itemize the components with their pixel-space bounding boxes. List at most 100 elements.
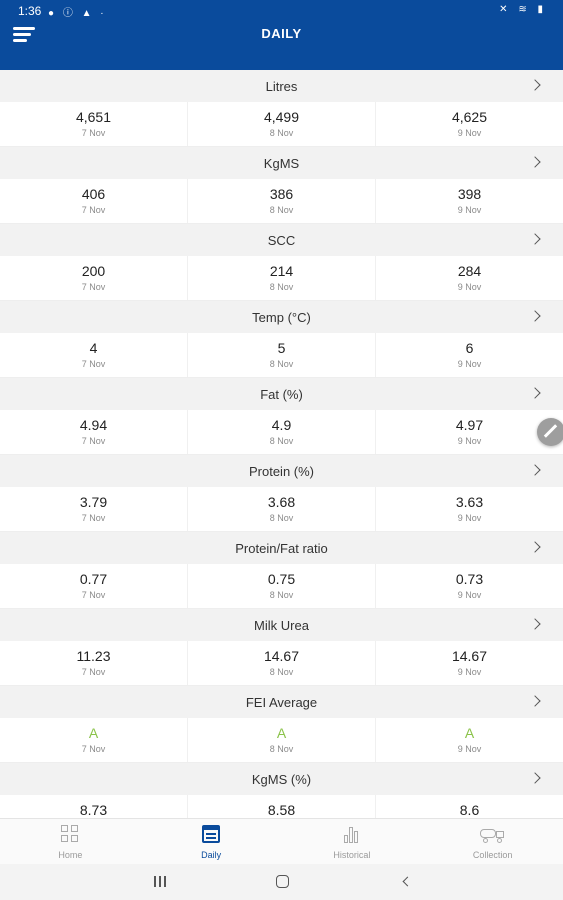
metric-cell: 8.588 Nov: [188, 795, 376, 818]
metric-value: 14.67: [451, 648, 488, 664]
metric-header[interactable]: Milk Urea: [0, 609, 563, 641]
app-header: 1:36 ● ⓘ ▲ · ✕ ≋ ▮ DAILY: [0, 0, 563, 70]
metric-cell: 6 9 Nov: [376, 333, 563, 377]
metric-cell: 284 9 Nov: [376, 256, 563, 300]
metric-value: 11.23: [76, 648, 111, 664]
chevron-right-icon[interactable]: [531, 154, 541, 172]
metric-value: 4,625: [451, 109, 488, 125]
metric-title: KgMS (%): [251, 772, 312, 787]
metric-cell: 4 7 Nov: [0, 333, 188, 377]
metric-section: FEI Average A 7 Nov A 8 Nov A 9 Nov: [0, 686, 563, 763]
metric-value: 0.75: [267, 571, 296, 587]
metric-cell: 8.69 Nov: [376, 795, 563, 818]
metric-header[interactable]: KgMS (%): [0, 763, 563, 795]
chevron-right-icon[interactable]: [531, 77, 541, 95]
metric-value: 4.94: [79, 417, 108, 433]
metric-cell: 8.737 Nov: [0, 795, 188, 818]
metric-header[interactable]: Fat (%): [0, 378, 563, 410]
nav-daily-label: Daily: [201, 850, 222, 860]
metric-date: 8 Nov: [269, 744, 294, 754]
chevron-right-icon[interactable]: [531, 462, 541, 480]
chevron-right-icon[interactable]: [531, 770, 541, 788]
metric-value: 4.9: [271, 417, 292, 433]
metric-values-row: 4.94 7 Nov 4.9 8 Nov 4.97 9 Nov: [0, 410, 563, 455]
nav-collection[interactable]: Collection: [422, 819, 563, 864]
bar-chart-icon: [343, 825, 361, 843]
metric-header[interactable]: Temp (°C): [0, 301, 563, 333]
calendar-icon: [202, 825, 221, 843]
metric-cell: 4,499 8 Nov: [188, 102, 376, 146]
home-icon[interactable]: [274, 874, 294, 890]
metric-values-row: 200 7 Nov 214 8 Nov 284 9 Nov: [0, 256, 563, 301]
metric-header[interactable]: Protein (%): [0, 455, 563, 487]
metric-section: Fat (%) 4.94 7 Nov 4.9 8 Nov 4.97 9 Nov: [0, 378, 563, 455]
metric-date: 9 Nov: [457, 744, 482, 754]
metric-section: Protein (%) 3.79 7 Nov 3.68 8 Nov 3.63 9 Nov: [0, 455, 563, 532]
metric-header[interactable]: Litres: [0, 70, 563, 102]
system-navigation-bar: [0, 864, 563, 900]
bottom-navigation: Home Daily Historical Collection: [0, 818, 563, 864]
metric-cell: A 7 Nov: [0, 718, 188, 762]
chevron-right-icon[interactable]: [531, 385, 541, 403]
metric-value: 14.67: [263, 648, 300, 664]
metric-header[interactable]: SCC: [0, 224, 563, 256]
metric-value: 398: [457, 186, 482, 202]
metric-date: 7 Nov: [81, 282, 106, 292]
metric-date: 8 Nov: [269, 590, 294, 600]
metric-value: 4,651: [75, 109, 112, 125]
back-icon[interactable]: [398, 874, 418, 890]
nav-collection-label: Collection: [472, 850, 513, 860]
metric-values-row: A 7 Nov A 8 Nov A 9 Nov: [0, 718, 563, 763]
metric-header[interactable]: KgMS: [0, 147, 563, 179]
chevron-right-icon[interactable]: [531, 539, 541, 557]
status-time: 1:36: [18, 4, 42, 18]
metric-value: 4,499: [263, 109, 300, 125]
metric-date: 8 Nov: [269, 667, 294, 677]
metric-value: 3.63: [455, 494, 484, 510]
metric-values-row: 4,651 7 Nov 4,499 8 Nov 4,625 9 Nov: [0, 102, 563, 147]
metric-title: Temp (°C): [252, 310, 311, 325]
edit-pencil-icon[interactable]: [537, 418, 563, 446]
metric-title: Fat (%): [260, 387, 303, 402]
metric-date: 9 Nov: [457, 436, 482, 446]
metric-cell: 3.79 7 Nov: [0, 487, 188, 531]
nav-historical[interactable]: Historical: [282, 819, 423, 864]
metric-value: 284: [457, 263, 482, 279]
metric-value: 0.77: [79, 571, 108, 587]
metric-cell: 4.94 7 Nov: [0, 410, 188, 454]
metric-cell: 200 7 Nov: [0, 256, 188, 300]
metric-header[interactable]: Protein/Fat ratio: [0, 532, 563, 564]
chevron-right-icon[interactable]: [531, 616, 541, 634]
nav-home[interactable]: Home: [0, 819, 141, 864]
metric-value: 4: [89, 340, 98, 356]
metric-date: 8 Nov: [269, 359, 294, 369]
metric-value: 4.97: [455, 417, 484, 433]
metric-value: 8.6: [459, 802, 480, 818]
chevron-right-icon[interactable]: [531, 693, 541, 711]
metric-values-row: 3.79 7 Nov 3.68 8 Nov 3.63 9 Nov: [0, 487, 563, 532]
chevron-right-icon[interactable]: [531, 308, 541, 326]
metric-cell: 5 8 Nov: [188, 333, 376, 377]
metric-title: KgMS: [263, 156, 300, 171]
chevron-right-icon[interactable]: [531, 231, 541, 249]
metric-header[interactable]: FEI Average: [0, 686, 563, 718]
metric-values-row: 4 7 Nov 5 8 Nov 6 9 Nov: [0, 333, 563, 378]
metric-title: Milk Urea: [254, 618, 309, 633]
metric-date: 7 Nov: [81, 436, 106, 446]
metric-cell: 4,651 7 Nov: [0, 102, 188, 146]
metric-cell: 406 7 Nov: [0, 179, 188, 223]
metric-section: Protein/Fat ratio 0.77 7 Nov 0.75 8 Nov 0.73 9…: [0, 532, 563, 609]
metric-section: KgMS (%) 8.737 Nov8.588 Nov8.69 Nov: [0, 763, 563, 818]
nav-daily[interactable]: Daily: [141, 819, 282, 864]
metric-date: 7 Nov: [81, 359, 106, 369]
metric-date: 8 Nov: [269, 513, 294, 523]
metric-value: 0.73: [455, 571, 484, 587]
recent-apps-icon[interactable]: [150, 874, 170, 890]
daily-metrics-list[interactable]: Litres 4,651 7 Nov 4,499 8 Nov 4,625 9 Nov KgMS…: [0, 70, 563, 818]
metric-cell: 14.67 8 Nov: [188, 641, 376, 685]
metric-section: Litres 4,651 7 Nov 4,499 8 Nov 4,625 9 Nov: [0, 70, 563, 147]
metric-value: 8.73: [79, 802, 108, 818]
metric-cell: A 9 Nov: [376, 718, 563, 762]
metric-date: 9 Nov: [457, 667, 482, 677]
metric-cell: 14.67 9 Nov: [376, 641, 563, 685]
